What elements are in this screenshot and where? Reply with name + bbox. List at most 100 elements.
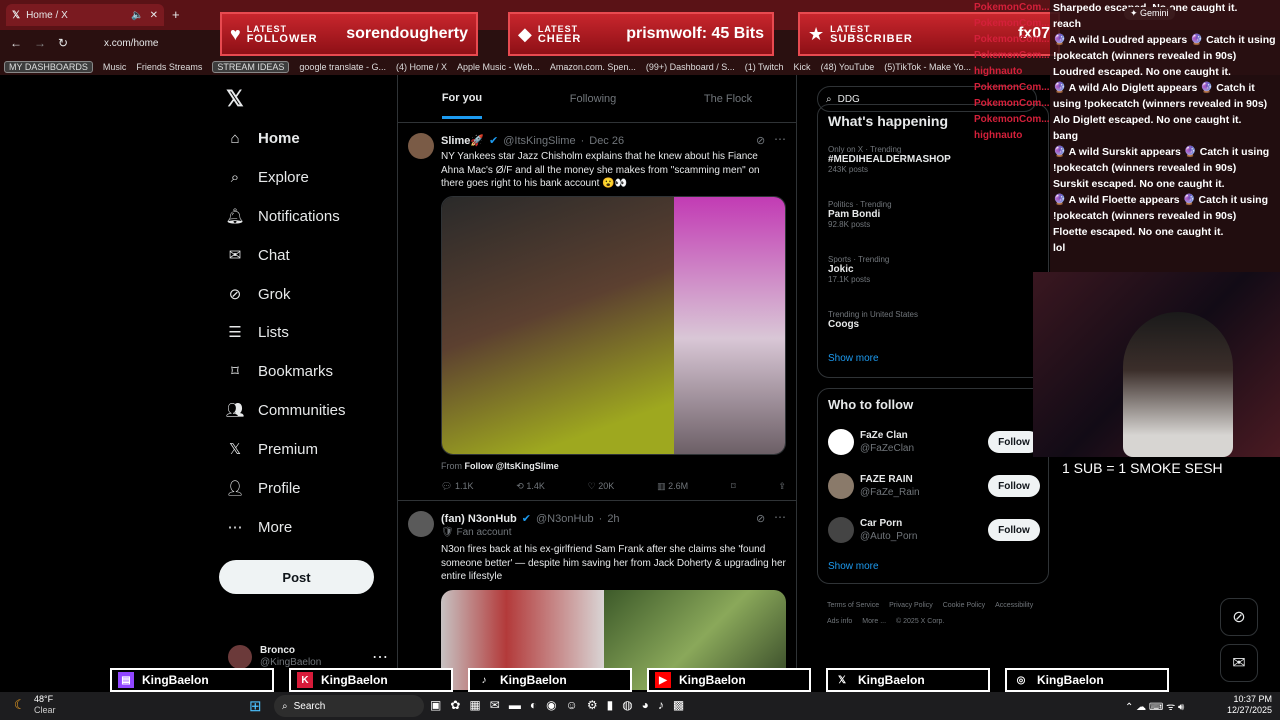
spotify-icon[interactable]: ◕ xyxy=(642,698,649,712)
nav-explore[interactable]: ⌕ Explore xyxy=(226,163,309,191)
chrome-icon[interactable]: ◉ xyxy=(546,698,556,712)
grok-icon[interactable]: ⊘ xyxy=(756,512,765,525)
bookmark-item[interactable]: MY DASHBOARDS xyxy=(4,60,93,73)
tab-the-flock[interactable]: The Flock xyxy=(704,93,752,105)
nav-communities[interactable]: 👥︎ Communities xyxy=(225,396,345,424)
epic-icon[interactable]: ▮ xyxy=(607,698,614,712)
more-dots-icon[interactable]: ⋯ xyxy=(774,132,786,146)
repost-button[interactable]: ⟲ 1.4K xyxy=(516,481,545,492)
bookmark-item[interactable]: (1) Twitch xyxy=(745,62,784,72)
views-button[interactable]: ▥ 2.6M xyxy=(657,481,688,492)
tweet-author-name[interactable]: Slime🚀 xyxy=(441,134,484,147)
footer-link[interactable]: Privacy Policy xyxy=(889,598,933,614)
gemini-chip[interactable]: ✦ Gemini xyxy=(1124,7,1175,20)
more-dots-icon[interactable]: ⋯ xyxy=(372,647,388,667)
tweet[interactable]: Slime🚀 ✔ @ItsKingSlime · Dec 26 ⊘ ⋯ NY Y… xyxy=(398,125,796,501)
chat-username[interactable]: PokemonCom... xyxy=(968,48,1050,64)
footer-link[interactable]: Accessibility xyxy=(995,598,1033,614)
tab-following[interactable]: Following xyxy=(570,93,616,105)
discord-icon[interactable]: ☺ xyxy=(566,698,578,712)
post-button[interactable]: Post xyxy=(219,560,374,594)
nav-chat[interactable]: ✉ Chat xyxy=(226,241,290,269)
task-view-icon[interactable]: ▣ xyxy=(430,698,441,712)
copilot-icon[interactable]: ✿ xyxy=(450,698,460,712)
tray-icons[interactable]: ⌃ ☁ ⌨ ᯤ 🔊︎ xyxy=(1125,699,1184,713)
bookmark-item[interactable]: (99+) Dashboard / S... xyxy=(646,62,735,72)
bookmark-item[interactable]: google translate - G... xyxy=(299,62,386,72)
reply-button[interactable]: 💬︎ 1.1K xyxy=(441,481,473,492)
trend-item[interactable]: Trending in United States Coogs xyxy=(828,310,918,330)
nav-profile[interactable]: 👤︎ Profile xyxy=(225,474,300,502)
taskbar-search[interactable]: ⌕ Search xyxy=(274,695,424,717)
url-field[interactable]: x.com/home xyxy=(104,38,158,49)
follow-button[interactable]: Follow xyxy=(988,475,1040,497)
nav-more[interactable]: ⋯ More xyxy=(226,513,293,541)
avatar[interactable] xyxy=(408,133,434,159)
chat-username[interactable]: PokemonCom... xyxy=(968,96,1050,112)
grok-fab[interactable]: ⊘ xyxy=(1220,598,1258,636)
tweet-author-name[interactable]: (fan) N3onHub xyxy=(441,513,517,525)
chat-username[interactable]: PokemonCom... xyxy=(968,16,1050,32)
close-icon[interactable]: ✕ xyxy=(150,10,158,21)
nav-notifications[interactable]: 🔔︎ Notifications xyxy=(225,202,339,230)
obs-icon[interactable]: ◍ xyxy=(622,698,632,712)
follow-source-link[interactable]: Follow @ItsKingSlime xyxy=(465,461,559,471)
share-icon[interactable]: ⇪ xyxy=(778,481,786,492)
windows-start-icon[interactable]: ⊞ xyxy=(249,697,262,715)
outlook-icon[interactable]: ✉ xyxy=(490,698,500,712)
explorer-icon[interactable]: ▬ xyxy=(509,698,521,712)
bookmark-item[interactable]: (5)TikTok - Make Yo... xyxy=(884,62,971,72)
bookmark-item[interactable]: (4) Home / X xyxy=(396,62,447,72)
tweet-video[interactable] xyxy=(441,196,786,455)
bookmark-item[interactable]: Amazon.com. Spen... xyxy=(550,62,636,72)
trend-item[interactable]: Only on X · Trending #MEDIHEALDERMASHOP … xyxy=(828,145,951,174)
chat-username[interactable]: PokemonCom... xyxy=(968,80,1050,96)
browser-tab-home[interactable]: 𝕏 Home / X 🔈 ✕ xyxy=(6,4,164,26)
follow-suggestion[interactable]: Car Porn @Auto_Porn Follow xyxy=(828,515,1040,545)
mute-icon[interactable]: 🔈 xyxy=(131,10,143,21)
x-logo-icon[interactable]: 𝕏 xyxy=(226,86,244,112)
like-button[interactable]: ♡ 20K xyxy=(588,481,615,492)
tab-for-you[interactable]: For you xyxy=(441,78,483,119)
follow-button[interactable]: Follow xyxy=(988,519,1040,541)
steam-icon[interactable]: ⚙ xyxy=(587,698,598,712)
reload-icon[interactable]: ↻ xyxy=(58,36,68,50)
edge-icon[interactable]: ◐ xyxy=(530,698,537,712)
tweet[interactable]: (fan) N3onHub ✔ @N3onHub · 2h ⊘ ⋯ 🛡︎ Fan… xyxy=(398,503,796,690)
follow-suggestion[interactable]: FAZE RAIN @FaZe_Rain Follow xyxy=(828,471,1040,501)
bookmark-item[interactable]: STREAM IDEAS xyxy=(212,60,290,73)
footer-link[interactable]: Cookie Policy xyxy=(943,598,985,614)
footer-link[interactable]: Terms of Service xyxy=(827,598,879,614)
forward-icon[interactable]: → xyxy=(34,36,46,50)
nav-bookmarks[interactable]: ⌑ Bookmarks xyxy=(226,357,333,385)
show-more-link[interactable]: Show more xyxy=(828,561,879,572)
avatar[interactable] xyxy=(408,511,434,537)
app-icon[interactable]: ▩ xyxy=(673,698,684,712)
follow-suggestion[interactable]: FaZe Clan @FaZeClan Follow xyxy=(828,427,1040,457)
more-dots-icon[interactable]: ⋯ xyxy=(774,510,786,524)
tweet-handle[interactable]: @N3onHub xyxy=(536,513,594,525)
chat-username[interactable]: PokemonCom... xyxy=(968,112,1050,128)
account-switcher[interactable]: Bronco @KingBaelon ⋯ xyxy=(228,645,388,669)
nav-lists[interactable]: ☰ Lists xyxy=(226,318,289,346)
bookmark-item[interactable]: Apple Music - Web... xyxy=(457,62,540,72)
nav-premium[interactable]: 𝕏 Premium xyxy=(226,435,318,463)
tweet-time[interactable]: 2h xyxy=(607,513,619,525)
tweet-time[interactable]: Dec 26 xyxy=(589,135,624,147)
bookmark-item[interactable]: Music xyxy=(103,62,127,72)
bookmark-item[interactable]: Friends Streams xyxy=(136,62,202,72)
chat-username[interactable]: PokemonCom... xyxy=(968,0,1050,16)
nav-grok[interactable]: ⊘ Grok xyxy=(226,280,291,308)
tweet-handle[interactable]: @ItsKingSlime xyxy=(503,135,575,147)
chat-username[interactable]: highnauto xyxy=(968,64,1050,80)
store-icon[interactable]: ▦ xyxy=(469,698,480,712)
messages-fab[interactable]: ✉ xyxy=(1220,644,1258,682)
chat-username[interactable]: PokemonCom... xyxy=(968,32,1050,48)
new-tab-button[interactable]: + xyxy=(172,7,180,22)
footer-link[interactable]: More ... xyxy=(862,614,886,630)
chat-username[interactable]: highnauto xyxy=(968,128,1050,144)
grok-icon[interactable]: ⊘ xyxy=(756,134,765,147)
tiktok-icon[interactable]: ♪ xyxy=(658,698,664,712)
back-icon[interactable]: ← xyxy=(10,36,22,50)
trend-item[interactable]: Sports · Trending Jokic 17.1K posts xyxy=(828,255,889,284)
